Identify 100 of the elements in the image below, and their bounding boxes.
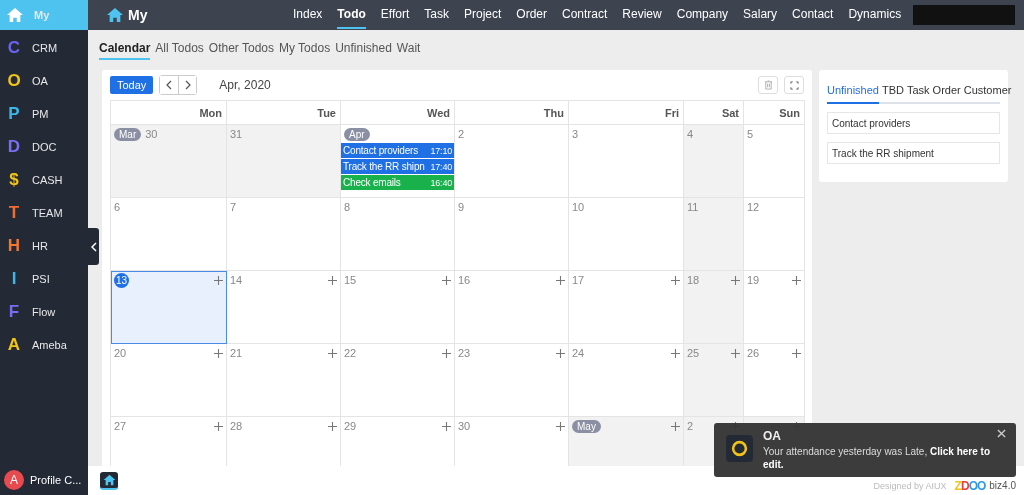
sub-tab[interactable]: All Todos xyxy=(155,41,204,60)
sub-tab[interactable]: Calendar xyxy=(99,41,151,60)
add-icon[interactable] xyxy=(792,275,801,285)
add-icon[interactable] xyxy=(671,421,680,431)
day-cell[interactable]: 20 xyxy=(111,344,227,417)
sub-tab[interactable]: Wait xyxy=(396,41,421,60)
todo-item[interactable]: Track the RR shipment xyxy=(827,142,1000,164)
day-cell[interactable]: 19 xyxy=(744,271,805,344)
nav-tab[interactable]: Contract xyxy=(562,1,608,29)
sidebar-item[interactable]: D DOC xyxy=(0,130,88,163)
add-icon[interactable] xyxy=(442,348,451,358)
add-icon[interactable] xyxy=(556,421,565,431)
day-cell[interactable]: 9 xyxy=(455,198,569,271)
profile-menu[interactable]: A Profile C... xyxy=(0,465,88,495)
day-cell[interactable]: 17 xyxy=(569,271,684,344)
day-cell[interactable]: 5 xyxy=(744,125,805,198)
add-icon[interactable] xyxy=(731,275,740,285)
add-icon[interactable] xyxy=(328,348,337,358)
nav-tab[interactable]: Contact xyxy=(792,1,834,29)
sidebar-item[interactable]: I PSI xyxy=(0,262,88,295)
day-cell[interactable]: 14 xyxy=(227,271,341,344)
sidebar-item[interactable]: H HR xyxy=(0,229,88,262)
day-cell[interactable]: 18 xyxy=(684,271,744,344)
add-icon[interactable] xyxy=(731,348,740,358)
panel-tab[interactable]: Order xyxy=(932,82,961,104)
sidebar-item[interactable]: F Flow xyxy=(0,295,88,328)
day-cell[interactable]: 16 xyxy=(455,271,569,344)
add-icon[interactable] xyxy=(328,421,337,431)
collapse-button[interactable] xyxy=(88,228,99,265)
event-bar[interactable]: Check emails 16:40 xyxy=(341,175,454,190)
event-bar[interactable]: Track the RR shipn 17:40 xyxy=(341,159,454,174)
nav-tab[interactable]: Company xyxy=(676,1,729,29)
nav-tab[interactable]: Effort xyxy=(380,1,410,29)
sub-tab[interactable]: Other Todos xyxy=(208,41,274,60)
home-button[interactable] xyxy=(100,471,118,490)
sidebar-item[interactable]: $ CASH xyxy=(0,163,88,196)
day-cell[interactable]: 7 xyxy=(227,198,341,271)
next-button[interactable] xyxy=(178,76,197,94)
nav-tab[interactable]: Project xyxy=(463,1,502,29)
day-cell[interactable]: 15 xyxy=(341,271,455,344)
add-icon[interactable] xyxy=(556,348,565,358)
notification-toast[interactable]: OA Your attendance yesterday was Late, Click here to edit. xyxy=(714,423,1016,477)
day-cell[interactable]: 2 xyxy=(455,125,569,198)
add-icon[interactable] xyxy=(214,421,223,431)
today-button[interactable]: Today xyxy=(110,76,154,94)
day-cell[interactable]: 10 xyxy=(569,198,684,271)
add-icon[interactable] xyxy=(671,348,680,358)
add-icon[interactable] xyxy=(328,275,337,285)
day-cell[interactable]: 21 xyxy=(227,344,341,417)
nav-tab[interactable]: Index xyxy=(293,1,323,29)
fullscreen-button[interactable] xyxy=(784,76,804,94)
add-icon[interactable] xyxy=(214,348,223,358)
nav-tab[interactable]: Dynamics xyxy=(848,1,902,29)
day-cell[interactable]: 31 xyxy=(227,125,341,198)
todo-item[interactable]: Contact providers xyxy=(827,112,1000,134)
day-cell[interactable]: Apr Contact providers 17:10 Track the RR shipn 17:40 Check emails 16:40 xyxy=(341,125,455,198)
add-icon[interactable] xyxy=(792,348,801,358)
day-cell[interactable]: 23 xyxy=(455,344,569,417)
add-icon[interactable] xyxy=(671,275,680,285)
add-icon[interactable] xyxy=(214,275,223,285)
sidebar-item[interactable]: T TEAM xyxy=(0,196,88,229)
sidebar-item[interactable]: P PM xyxy=(0,97,88,130)
sub-tab[interactable]: Unfinished xyxy=(335,41,392,60)
panel-tab[interactable]: Customer xyxy=(963,82,1012,104)
nav-tab[interactable]: Task xyxy=(424,1,449,29)
app-title: My xyxy=(128,7,148,23)
day-cell[interactable]: 25 xyxy=(684,344,744,417)
nav-tab[interactable]: Salary xyxy=(743,1,778,29)
day-cell[interactable]: 13 xyxy=(111,271,227,344)
sidebar-item[interactable]: C CRM xyxy=(0,31,88,64)
day-cell[interactable]: 8 xyxy=(341,198,455,271)
day-cell[interactable]: 30 xyxy=(455,417,569,466)
panel-tab[interactable]: Task xyxy=(907,82,930,104)
add-icon[interactable] xyxy=(442,275,451,285)
day-cell[interactable]: 12 xyxy=(744,198,805,271)
day-cell[interactable]: 4 xyxy=(684,125,744,198)
month-badge: Mar xyxy=(114,127,142,141)
day-cell[interactable]: 24 xyxy=(569,344,684,417)
close-button[interactable] xyxy=(997,429,1006,438)
day-cell[interactable]: May xyxy=(569,417,684,466)
day-cell[interactable]: 11 xyxy=(684,198,744,271)
day-cell[interactable]: 27 xyxy=(111,417,227,466)
day-cell[interactable]: 6 xyxy=(111,198,227,271)
event-bar[interactable]: Contact providers 17:10 xyxy=(341,143,454,158)
day-cell[interactable]: 22 xyxy=(341,344,455,417)
sub-tab[interactable]: My Todos xyxy=(279,41,331,60)
day-cell[interactable]: 29 xyxy=(341,417,455,466)
nav-tab[interactable]: Review xyxy=(622,1,662,29)
day-cell[interactable]: 26 xyxy=(744,344,805,417)
add-icon[interactable] xyxy=(556,275,565,285)
day-cell[interactable]: 3 xyxy=(569,125,684,198)
panel-tab[interactable]: TBD xyxy=(882,82,904,104)
notification-message[interactable]: Your attendance yesterday was Late, Click here to edit. xyxy=(763,445,1004,471)
panel-tab[interactable]: Unfinished xyxy=(827,82,879,104)
sidebar-item[interactable]: A Ameba xyxy=(0,328,88,361)
add-icon[interactable] xyxy=(442,421,451,431)
day-cell[interactable]: 28 xyxy=(227,417,341,466)
nav-tab[interactable]: Order xyxy=(516,1,547,29)
sidebar-item[interactable]: O OA xyxy=(0,64,88,97)
day-cell[interactable]: Mar 30 xyxy=(111,125,227,198)
